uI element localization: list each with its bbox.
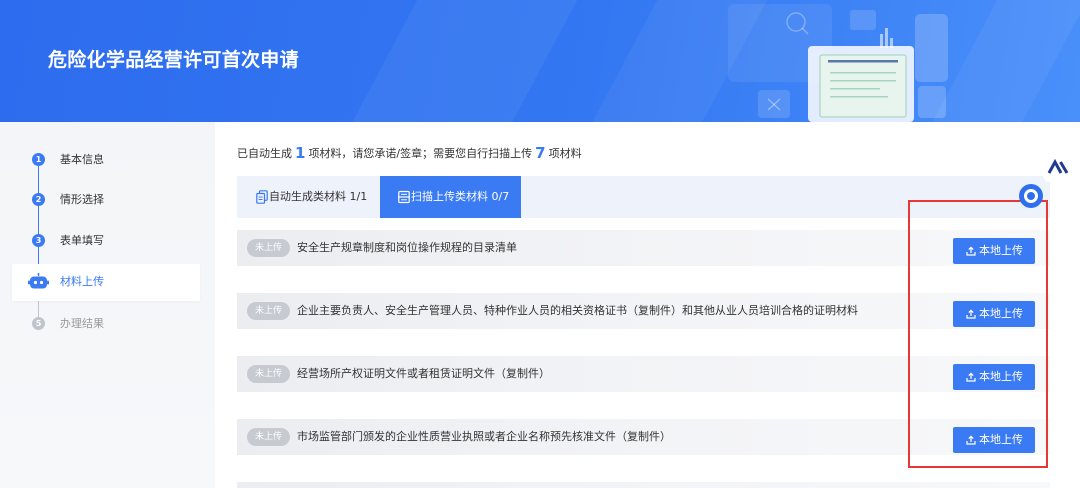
certificate-illustration-icon: [728, 4, 948, 122]
material-row: 未上传 安全生产规章制度和岗位操作规程的目录清单 本地上传: [237, 230, 1050, 266]
robot-assistant-icon: [28, 273, 49, 289]
material-name: 经营场所产权证明文件或者租赁证明文件（复制件）: [297, 367, 550, 380]
copy-document-icon: [256, 190, 268, 204]
material-row: 未上传 经营场所产权证明文件或者租赁证明文件（复制件） 本地上传: [237, 356, 1050, 392]
upload-icon: [966, 309, 976, 319]
floating-assistant-button[interactable]: [1019, 184, 1043, 208]
upload-button-label: 本地上传: [979, 370, 1023, 383]
local-upload-button[interactable]: 本地上传: [953, 427, 1035, 453]
local-upload-button[interactable]: 本地上传: [953, 364, 1035, 390]
step-basic-info[interactable]: 1 基本信息: [0, 150, 215, 170]
step-number: 5: [32, 317, 45, 330]
summary-prefix: 已自动生成: [237, 147, 292, 160]
upload-icon: [966, 435, 976, 445]
summary-suffix: 项材料: [548, 147, 582, 160]
local-upload-button[interactable]: 本地上传: [953, 301, 1035, 327]
status-badge: 未上传: [247, 239, 290, 257]
local-upload-button[interactable]: 本地上传: [953, 238, 1035, 264]
step-label: 表单填写: [60, 234, 104, 247]
material-name: 安全生产规章制度和岗位操作规程的目录清单: [297, 241, 517, 254]
material-name: 市场监管部门颁发的企业性质营业执照或者企业名称预先核准文件（复制件）: [297, 430, 671, 443]
step-label: 情形选择: [60, 193, 104, 206]
header-banner: 危险化学品经营许可首次申请: [0, 0, 1080, 122]
page: 危险化学品经营许可首次申请 1 基本信息 2 情形选择 3 表单填写 材料上传 …: [0, 0, 1080, 488]
tab-label: 扫描上传类材料 0/7: [411, 190, 510, 203]
assistant-ring-icon: [1019, 184, 1043, 208]
step-material-upload[interactable]: 材料上传: [0, 272, 215, 292]
upload-icon: [966, 246, 976, 256]
scan-icon: [398, 190, 410, 204]
floating-logo-button[interactable]: [1043, 152, 1073, 182]
brand-logo-icon: [1047, 158, 1069, 174]
upload-button-label: 本地上传: [979, 433, 1023, 446]
auto-material-count: 1: [295, 144, 306, 162]
tab-auto-generated[interactable]: 自动生成类材料 1/1: [237, 176, 380, 218]
material-row: 未上传 企业主要负责人、安全生产管理人员、特种作业人员的相关资格证书（复制件）和…: [237, 293, 1050, 329]
status-badge: 未上传: [247, 428, 290, 446]
material-name: 企业主要负责人、安全生产管理人员、特种作业人员的相关资格证书（复制件）和其他从业…: [297, 304, 858, 317]
step-number: 1: [32, 153, 45, 166]
material-row-partial: [237, 482, 1050, 488]
status-badge: 未上传: [247, 302, 290, 320]
upload-button-label: 本地上传: [979, 307, 1023, 320]
material-summary: 已自动生成 1 项材料，请您承诺/签章；需要您自行扫描上传 7 项材料: [237, 144, 582, 162]
summary-middle: 项材料，请您承诺/签章；需要您自行扫描上传: [308, 147, 533, 160]
step-label: 材料上传: [60, 275, 104, 288]
step-result[interactable]: 5 办理结果: [0, 314, 215, 334]
step-label: 办理结果: [60, 317, 104, 330]
step-scenario-selection[interactable]: 2 情形选择: [0, 190, 215, 210]
status-badge: 未上传: [247, 365, 290, 383]
tab-label: 自动生成类材料 1/1: [269, 190, 368, 203]
step-number: 2: [32, 193, 45, 206]
step-form-filling[interactable]: 3 表单填写: [0, 231, 215, 251]
step-sidebar: 1 基本信息 2 情形选择 3 表单填写 材料上传 5 办理结果: [0, 122, 215, 488]
step-label: 基本信息: [60, 153, 104, 166]
material-tabs: 自动生成类材料 1/1 扫描上传类材料 0/7: [237, 176, 1050, 218]
upload-button-label: 本地上传: [979, 244, 1023, 257]
banner-light-ray: [321, 0, 599, 122]
tab-scan-upload[interactable]: 扫描上传类材料 0/7: [380, 176, 521, 218]
upload-icon: [966, 372, 976, 382]
page-title: 危险化学品经营许可首次申请: [48, 49, 299, 71]
step-number: 3: [32, 234, 45, 247]
material-row: 未上传 市场监管部门颁发的企业性质营业执照或者企业名称预先核准文件（复制件） 本…: [237, 419, 1050, 455]
step-connector: [38, 166, 39, 274]
upload-material-count: 7: [535, 144, 546, 162]
